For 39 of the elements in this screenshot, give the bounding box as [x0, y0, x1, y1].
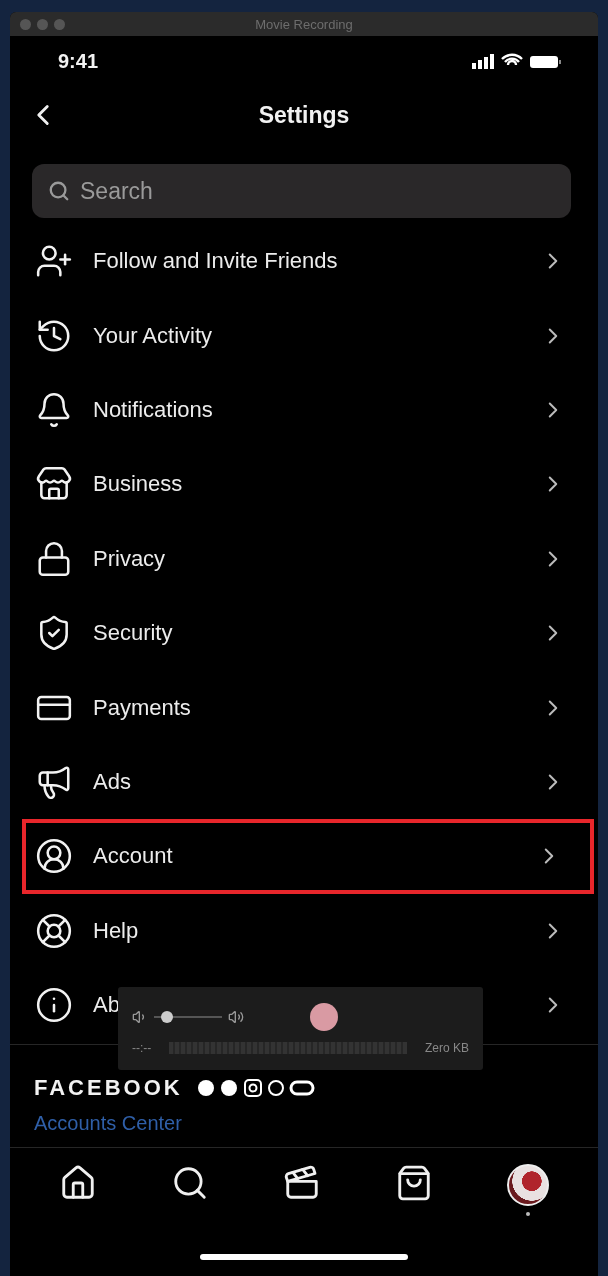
record-button[interactable] [310, 1002, 338, 1031]
avatar-icon [507, 1164, 549, 1206]
item-label: Notifications [93, 396, 213, 423]
item-label: Ads [93, 768, 131, 795]
settings-item[interactable]: Payments [10, 670, 598, 745]
volume-thumb[interactable] [160, 1010, 173, 1023]
section-title: FACEBOOK [34, 1075, 183, 1102]
item-label: Security [93, 620, 173, 647]
file-size: Zero KB [425, 1040, 469, 1055]
settings-item[interactable]: Help [10, 893, 598, 968]
item-label: Business [93, 471, 183, 498]
lifebuoy-icon [35, 911, 73, 950]
settings-item[interactable]: Ads [10, 744, 598, 820]
search-field[interactable]: Search [32, 164, 571, 218]
settings-item[interactable]: Security [10, 595, 598, 671]
item-label: Help [93, 917, 139, 944]
info-icon [35, 986, 73, 1025]
search-icon [48, 180, 70, 202]
page-title: Settings [258, 101, 350, 129]
profile-button[interactable] [507, 1164, 549, 1216]
item-label: Follow and Invite Friends [93, 248, 338, 275]
user-circle-icon [35, 837, 73, 876]
item-label: Account [93, 843, 173, 870]
settings-item[interactable]: Account [22, 819, 594, 894]
item-label: Your Activity [93, 322, 213, 349]
settings-item[interactable]: Business [10, 447, 598, 522]
item-label: Privacy [93, 545, 166, 572]
volume-high-icon [228, 1008, 244, 1025]
status-time: 9:41 [58, 49, 99, 73]
item-label: Payments [93, 694, 191, 721]
settings-item[interactable]: Notifications [10, 372, 598, 448]
window-title: Movie Recording [255, 16, 353, 32]
elapsed-time: --:-- [132, 1040, 152, 1055]
settings-item[interactable]: Your Activity [10, 298, 598, 373]
settings-item[interactable]: Privacy [10, 521, 598, 596]
lock-icon [35, 539, 73, 578]
settings-item[interactable]: Follow and Invite Friends [10, 224, 598, 299]
settings-item[interactable]: Ab [10, 967, 598, 1043]
item-label: Ab [93, 992, 120, 1019]
